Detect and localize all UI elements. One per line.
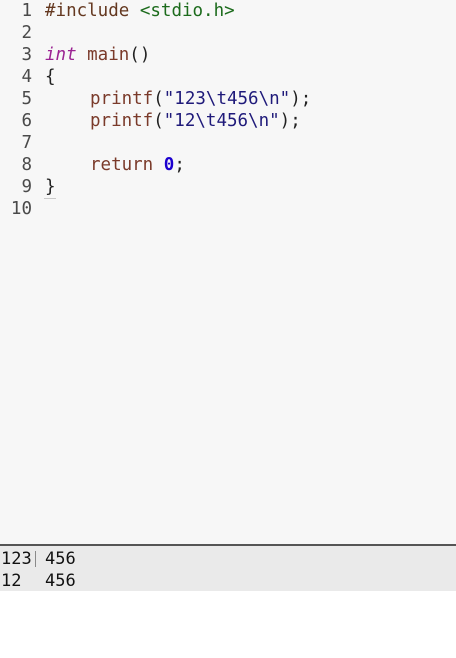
function-name: main [76, 45, 130, 65]
line-number: 8 [21, 155, 32, 175]
number-literal: 0 [163, 155, 175, 175]
line-content: return 0; [45, 154, 185, 176]
function-call: printf [90, 89, 154, 109]
code-line-3[interactable]: 3 int main() [0, 44, 456, 66]
code-line-10[interactable]: 10 [0, 198, 456, 220]
console-line-2: 12 456 [1, 570, 76, 592]
semicolon: ; [174, 155, 185, 175]
open-paren: ( [153, 111, 164, 131]
line-content: int main() [45, 44, 150, 66]
close-paren: ); [290, 89, 312, 109]
open-brace: { [45, 67, 56, 87]
return-keyword: return [90, 155, 154, 175]
line-content: printf("123\t456\n"); [45, 88, 311, 110]
console-text: 12 [1, 571, 22, 591]
code-line-8[interactable]: 8 return 0; [0, 154, 456, 176]
console-text: 123 [1, 549, 32, 569]
code-line-9[interactable]: 9 } [0, 176, 456, 198]
function-call: printf [90, 111, 154, 131]
parens: () [129, 45, 151, 65]
type-keyword: int [45, 45, 77, 65]
code-line-7[interactable]: 7 [0, 132, 456, 154]
code-line-2[interactable]: 2 [0, 22, 456, 44]
console-text: 456 [45, 549, 76, 569]
line-content: #include <stdio.h> [45, 0, 235, 22]
code-line-6[interactable]: 6 printf("12\t456\n"); [0, 110, 456, 132]
line-number: 10 [10, 199, 32, 219]
console-line-1: 123 456 [1, 548, 76, 570]
code-line-5[interactable]: 5 printf("123\t456\n"); [0, 88, 456, 110]
code-editor[interactable]: 1 #include <stdio.h> 2 3 int main() 4 { … [0, 0, 456, 544]
close-paren: ); [279, 111, 301, 131]
line-number: 9 [21, 177, 32, 197]
tab-stop-mark [35, 551, 36, 567]
code-line-4[interactable]: 4 { [0, 66, 456, 88]
line-number: 7 [21, 133, 32, 153]
line-number: 5 [21, 89, 32, 109]
string-literal: "12\t456\n" [163, 111, 280, 131]
line-number: 1 [21, 1, 32, 21]
line-number: 6 [21, 111, 32, 131]
line-number: 3 [21, 45, 32, 65]
include-header: <stdio.h> [129, 1, 235, 21]
console-text: 456 [45, 571, 76, 591]
code-line-1[interactable]: 1 #include <stdio.h> [0, 0, 456, 22]
open-paren: ( [153, 89, 164, 109]
preprocessor-directive: #include [45, 1, 130, 21]
line-content: printf("12\t456\n"); [45, 110, 301, 132]
string-literal: "123\t456\n" [163, 89, 291, 109]
line-number: 2 [21, 23, 32, 43]
line-number: 4 [21, 67, 32, 87]
console-output-panel[interactable]: 123 456 12 456 [0, 544, 456, 591]
